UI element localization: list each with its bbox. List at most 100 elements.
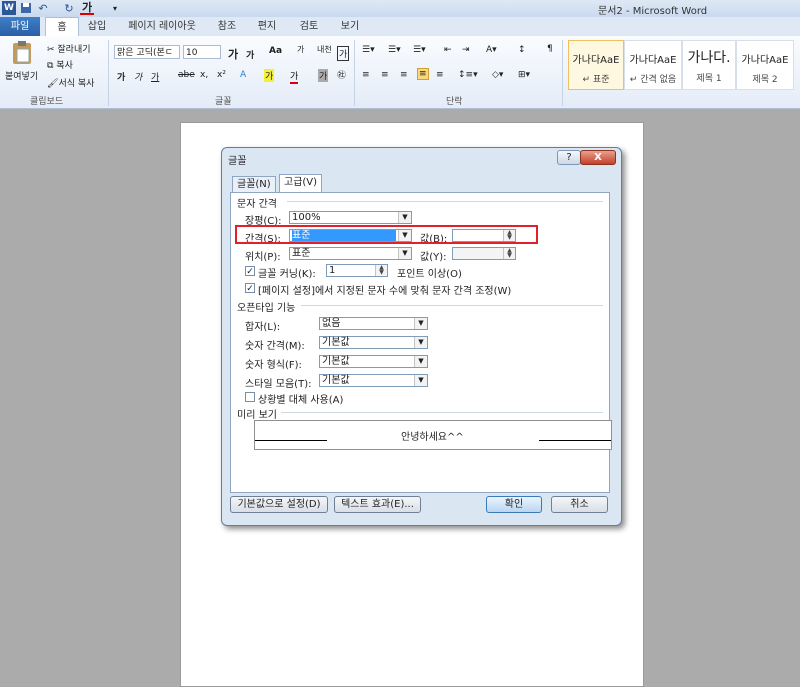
borders-icon[interactable]: ⊞▾ [518,70,530,80]
text-effects-icon[interactable]: A [240,70,246,80]
undo-icon[interactable]: ↶ [36,1,50,15]
position-by-label: 값(Y): [420,252,447,263]
preview-rule-left [255,440,327,441]
save-icon[interactable] [19,1,33,15]
style-normal[interactable]: 가나다AaE ↵ 표준 [568,40,624,90]
asian-layout-icon[interactable]: A▾ [486,45,497,55]
snap-to-grid-checkbox[interactable]: ✓ [245,283,255,294]
section-divider [301,305,603,306]
redo-icon[interactable]: ↻ [62,1,76,15]
num-form-select[interactable]: 기본값 ▼ [319,355,428,368]
underline-button[interactable]: 가 [151,70,159,83]
tab-file[interactable]: 파일 [0,17,40,36]
font-dialog: 글꼴 ? X 글꼴(N) 고급(V) 문자 간격 장평(C): 100% ▼ 간… [221,147,622,526]
contextual-checkbox[interactable] [245,392,255,402]
distribute-icon[interactable]: ≡ [436,70,444,80]
show-marks-icon[interactable]: ¶ [547,44,553,54]
shrink-font-button[interactable]: 가 [246,48,254,61]
decrease-indent-icon[interactable]: ⇤ [444,45,452,55]
clear-format-button[interactable]: 가 [297,44,304,55]
ligature-value: 없음 [322,318,341,329]
superscript-button[interactable]: x² [217,70,226,80]
tab-home[interactable]: 홈 [45,17,79,37]
position-select[interactable]: 표준 ▼ [289,247,412,260]
num-spacing-select[interactable]: 기본값 ▼ [319,336,428,349]
group-separator [562,40,563,106]
close-button[interactable]: X [580,150,616,165]
paste-button[interactable]: 붙여넣기 [5,69,38,82]
char-shading-button[interactable]: 가 [318,69,329,82]
style-set-select[interactable]: 기본값 ▼ [319,374,428,387]
word-logo-icon[interactable]: W [2,1,16,15]
clipboard-group-label: 클립보드 [30,97,64,107]
dialog-title: 글꼴 [228,156,247,167]
customize-icon[interactable]: ▾ [108,1,122,15]
tab-page-layout[interactable]: 페이지 레이아웃 [120,17,204,36]
increase-indent-icon[interactable]: ⇥ [462,45,470,55]
align-right-icon[interactable]: ≡ [400,70,408,80]
group-separator [354,40,355,106]
help-button[interactable]: ? [557,150,581,165]
subscript-button[interactable]: x, [200,70,208,80]
tab-review[interactable]: 검토 [292,17,326,36]
enclose-char-button[interactable]: ㊓ [337,68,346,81]
kerning-suffix: 포인트 이상(O) [397,269,462,280]
bullets-icon[interactable]: ☰▾ [362,45,375,55]
set-default-button[interactable]: 기본값으로 설정(D) [230,496,328,513]
tab-mailings[interactable]: 편지 [250,17,284,36]
grow-font-button[interactable]: 가 [228,46,238,62]
num-spacing-label: 숫자 간격(M): [245,341,305,352]
snap-to-grid-label: [페이지 설정]에서 지정된 문자 수에 맞춰 문자 간격 조정(W) [258,286,512,297]
chevron-down-icon: ▼ [414,318,427,329]
cut-button[interactable]: ✂ 잘라내기 [47,42,91,55]
line-spacing-icon[interactable]: ↕≡▾ [458,70,478,80]
num-form-value: 기본값 [322,356,350,367]
cancel-button[interactable]: 취소 [551,496,608,513]
scale-select[interactable]: 100% ▼ [289,211,412,224]
tab-view[interactable]: 보기 [333,17,367,36]
align-center-icon[interactable]: ≡ [381,70,389,80]
tab-references[interactable]: 참조 [210,17,244,36]
kerning-checkbox[interactable]: ✓ [245,266,255,277]
text-effects-button[interactable]: 텍스트 효과(E)... [334,496,421,513]
style-no-spacing[interactable]: 가나다AaE ↵ 간격 없음 [624,40,682,90]
bold-button[interactable]: 가 [117,70,125,83]
style-heading-1[interactable]: 가나다. 제목 1 [682,40,736,90]
tab-font[interactable]: 글꼴(N) [232,176,276,192]
strikethrough-button[interactable]: abe [178,70,195,80]
kerning-spinner[interactable]: 1 ▲ ▼ [326,264,388,277]
copy-button[interactable]: ⧉ 복사 [47,58,73,71]
paste-icon[interactable] [10,40,34,66]
font-color-icon[interactable]: 가 [80,1,94,15]
chevron-down-icon: ▼ [414,375,427,386]
tab-insert[interactable]: 삽입 [80,17,114,36]
kerning-label: 글꼴 커닝(K): [258,269,316,280]
font-size-combo[interactable]: 10 [183,45,221,59]
position-label: 위치(P): [245,252,281,263]
format-painter-button[interactable]: 🖌서식 복사 [47,76,94,89]
preview-section-title: 미리 보기 [237,410,277,421]
multilevel-list-icon[interactable]: ☰▾ [413,45,426,55]
ligature-label: 합자(L): [245,322,281,333]
ok-button[interactable]: 확인 [486,496,542,513]
shading-icon[interactable]: ◇▾ [492,70,503,80]
sort-icon[interactable]: ↕ [518,45,526,55]
style-heading-2[interactable]: 가나다AaE 제목 2 [736,40,794,90]
font-color-button[interactable]: 가 [290,69,299,84]
change-case-button[interactable]: Aa [269,46,282,56]
font-name-combo[interactable]: 맑은 고딕(본ㄷ [114,45,180,59]
section-divider [281,412,603,413]
numbering-icon[interactable]: ☰▾ [388,45,401,55]
position-by-spinner[interactable]: ▲ ▼ [452,247,516,260]
tab-advanced[interactable]: 고급(V) [279,174,323,193]
ligature-select[interactable]: 없음 ▼ [319,317,428,330]
align-left-icon[interactable]: ≡ [362,70,370,80]
italic-button[interactable]: 가 [134,70,142,83]
justify-icon[interactable]: ≡ [417,68,429,80]
preview-box: 안녕하세요^^ [254,420,612,450]
hanja-button[interactable]: 내천 [317,44,332,55]
chevron-down-icon: ▼ [414,356,427,367]
highlight-button[interactable]: 가 [264,69,275,82]
char-border-button[interactable]: 가 [337,46,350,61]
window-title: 문서2 - Microsoft Word [598,6,708,17]
